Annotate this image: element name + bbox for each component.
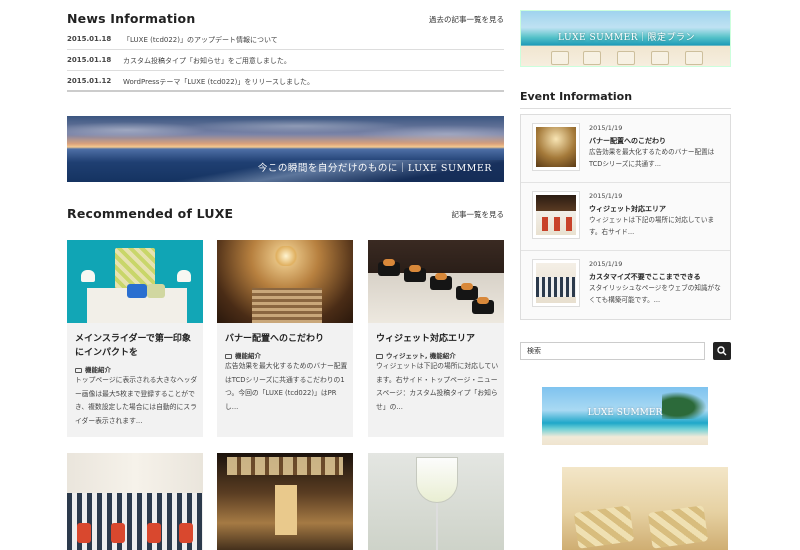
event-desc: ウィジェットは下記の場所に対応しています。右サイド... (589, 216, 715, 236)
recommended-header: Recommended of LUXE 記事一覧を見る (67, 206, 504, 228)
sidebar-summer-banner-caption: LUXE SUMMER (587, 408, 663, 418)
event-name[interactable]: バナー配置へのこだわり (589, 136, 666, 146)
post-title[interactable]: ウィジェット対応エリア (376, 332, 498, 346)
post-thumbnail[interactable] (217, 453, 353, 550)
sidebar-top-banner-caption: LUXE SUMMER｜限定プラン (558, 33, 695, 43)
post-thumbnail[interactable] (217, 240, 353, 323)
post-thumbnail[interactable] (67, 453, 203, 550)
recommended-title: Recommended of LUXE (67, 206, 234, 221)
post-thumbnail[interactable] (67, 240, 203, 323)
banner-sky-image (67, 116, 504, 146)
event-item[interactable]: 2015/1/19 バナー配置へのこだわり 広告効果を最大化するためのバナー配置… (521, 115, 730, 183)
sidebar-bed-banner[interactable] (562, 467, 728, 550)
event-item[interactable]: 2015/1/19 カスタマイズ不要でここまでできる スタイリッシュなページをウ… (521, 251, 730, 319)
news-item[interactable]: 2015.01.18 「LUXE (tcd022)」のアップデート情報について (67, 29, 504, 50)
post-category[interactable]: 機能紹介 (75, 364, 111, 374)
folder-icon (376, 353, 383, 359)
news-item[interactable]: 2015.01.18 カスタム投稿タイプ「お知らせ」をご用意しました。 (67, 50, 504, 71)
news-date: 2015.01.18 (67, 56, 112, 64)
post-category[interactable]: ウィジェット, 機能紹介 (376, 350, 456, 360)
news-archive-link[interactable]: 過去の記事一覧を見る (429, 14, 504, 25)
search-input[interactable]: 検索 (520, 342, 705, 360)
event-date: 2015/1/19 (589, 192, 623, 200)
post-category-label: 機能紹介 (85, 366, 111, 374)
post-card[interactable] (368, 453, 504, 550)
post-category-label: ウィジェット, 機能紹介 (386, 352, 456, 360)
event-thumbnail[interactable] (533, 192, 579, 238)
event-name[interactable]: カスタマイズ不要でここまでできる (589, 272, 701, 282)
sidebar-summer-banner[interactable]: LUXE SUMMER (542, 387, 708, 445)
news-link[interactable]: カスタム投稿タイプ「お知らせ」をご用意しました。 (123, 56, 291, 66)
news-date: 2015.01.18 (67, 35, 112, 43)
post-card[interactable] (217, 453, 353, 550)
recommended-archive-link[interactable]: 記事一覧を見る (452, 209, 505, 220)
news-link[interactable]: 「LUXE (tcd022)」のアップデート情報について (123, 35, 278, 45)
event-name[interactable]: ウィジェット対応エリア (589, 204, 666, 214)
folder-icon (75, 367, 82, 373)
post-title[interactable]: バナー配置へのこだわり (225, 332, 347, 346)
post-title[interactable]: メインスライダーで第一印象にインパクトを (75, 332, 197, 360)
divider (520, 108, 731, 109)
sidebar-top-banner[interactable]: LUXE SUMMER｜限定プラン (520, 10, 731, 67)
post-card[interactable]: ウィジェット対応エリア ウィジェット, 機能紹介 ウィジェットは下記の場所に対応… (368, 240, 504, 437)
event-date: 2015/1/19 (589, 260, 623, 268)
folder-icon (225, 353, 232, 359)
search-icon (717, 346, 727, 356)
post-thumbnail[interactable] (368, 240, 504, 323)
search-button[interactable] (713, 342, 731, 360)
news-link[interactable]: WordPressテーマ「LUXE (tcd022)」をリリースしました。 (123, 77, 314, 87)
banner-caption: 今この瞬間を自分だけのものに｜LUXE SUMMER (257, 163, 492, 174)
event-title: Event Information (520, 90, 633, 103)
event-desc: 広告効果を最大化するためのバナー配置はTCDシリーズに共通す... (589, 148, 715, 168)
event-item[interactable]: 2015/1/19 ウィジェット対応エリア ウィジェットは下記の場所に対応してい… (521, 183, 730, 251)
post-excerpt: トップページに表示される大きなヘッダー画像は最大5枚まで登録することができ、複数… (75, 376, 198, 425)
post-category[interactable]: 機能紹介 (225, 350, 261, 360)
news-date: 2015.01.12 (67, 77, 112, 85)
post-excerpt: 広告効果を最大化するためのバナー配置はTCDシリーズに共通するこだわりの1つ。今… (225, 362, 348, 411)
search-form: 検索 (520, 342, 731, 360)
post-card[interactable]: バナー配置へのこだわり 機能紹介 広告効果を最大化するためのバナー配置はTCDシ… (217, 240, 353, 437)
event-thumbnail[interactable] (533, 124, 579, 170)
event-date: 2015/1/19 (589, 124, 623, 132)
news-title: News Information (67, 11, 196, 26)
post-card[interactable]: メインスライダーで第一印象にインパクトを 機能紹介 トップページに表示される大き… (67, 240, 203, 437)
summer-banner[interactable]: 今この瞬間を自分だけのものに｜LUXE SUMMER (67, 116, 504, 182)
news-item[interactable]: 2015.01.12 WordPressテーマ「LUXE (tcd022)」をリ… (67, 71, 504, 92)
news-list: 2015.01.18 「LUXE (tcd022)」のアップデート情報について … (67, 29, 504, 92)
event-thumbnail[interactable] (533, 260, 579, 306)
event-list: 2015/1/19 バナー配置へのこだわり 広告効果を最大化するためのバナー配置… (520, 114, 731, 320)
post-excerpt: ウィジェットは下記の場所に対応しています。右サイド・トップページ・ニュースページ… (376, 362, 499, 411)
event-desc: スタイリッシュなページをウェブの知識がなくても構築可能です。... (589, 284, 721, 304)
post-thumbnail[interactable] (368, 453, 504, 550)
post-category-label: 機能紹介 (235, 352, 261, 360)
post-card[interactable] (67, 453, 203, 550)
